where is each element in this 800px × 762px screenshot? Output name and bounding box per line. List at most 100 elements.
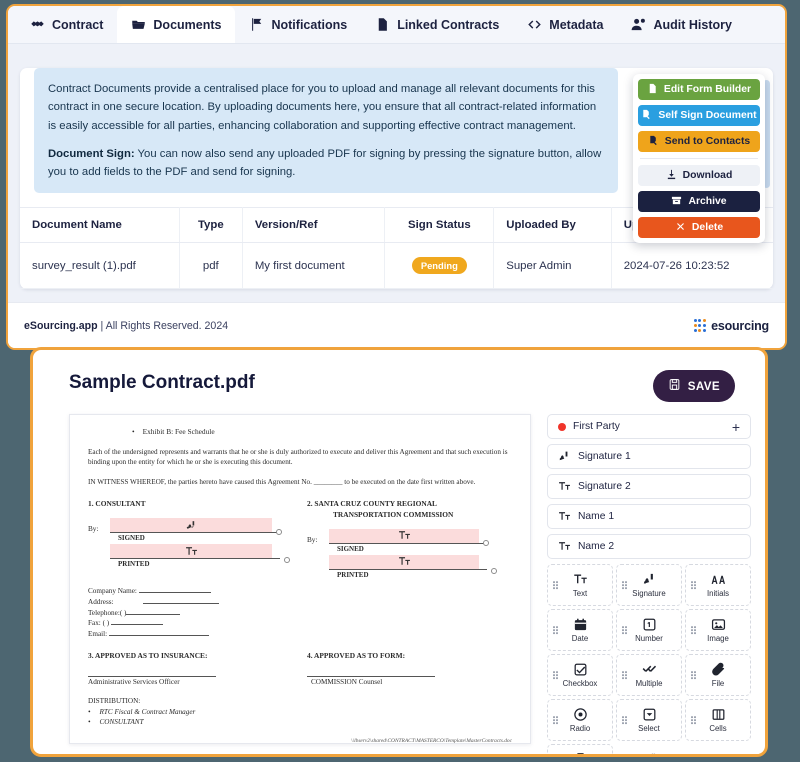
save-label: SAVE [687,379,720,393]
tool-date[interactable]: Date [547,609,613,651]
app-window: Contract Documents Notifications Linked … [6,4,787,350]
drag-handle-icon[interactable] [553,716,558,724]
drag-handle-icon[interactable] [553,581,558,589]
name-field-overlay[interactable] [329,554,479,569]
drag-handle-icon[interactable] [691,626,696,634]
delete-button[interactable]: Delete [638,217,760,238]
tool-select[interactable]: Select [616,699,682,741]
table-row[interactable]: survey_result (1).pdf pdf My first docum… [20,242,773,290]
field-resize-handle[interactable] [491,567,497,574]
approved-insurance-heading: 3. APPROVED AS TO INSURANCE: [88,650,208,660]
tool-stamp[interactable]: Stamp [547,744,613,754]
app-footer: eSourcing.app | All Rights Reserved. 202… [8,302,785,348]
field-tool-palette: Text Signature Initials Date Number Imag… [547,564,751,754]
tool-radio[interactable]: Radio [547,699,613,741]
number-icon [643,618,655,631]
close-icon [675,221,686,235]
tab-audit-history[interactable]: Audit History [617,6,745,43]
approved-form-heading: 4. APPROVED AS TO FORM: [307,650,406,660]
col-document-name: Document Name [20,207,180,244]
name-field-overlay[interactable] [329,528,479,543]
tab-linked-contracts[interactable]: Linked Contracts [361,6,513,43]
signed-row: By: SIGNED [307,528,512,553]
fax-label: Fax: ( ) [88,619,110,628]
drag-handle-icon[interactable] [691,716,696,724]
drag-handle-icon[interactable] [622,671,627,679]
tool-cells[interactable]: Cells [685,699,751,741]
tool-initials[interactable]: Initials [685,564,751,606]
initials-icon [711,575,725,584]
paperclip-icon [711,662,724,676]
field-resize-handle[interactable] [483,539,489,546]
signature-icon [558,450,571,463]
col-sign-status: Sign Status [384,207,495,244]
drag-handle-icon[interactable] [622,626,627,634]
tab-label: Documents [153,17,222,32]
tab-documents[interactable]: Documents [117,6,236,43]
send-sign-icon [648,135,659,149]
tool-image[interactable]: Image [685,609,751,651]
phone-icon [651,753,655,754]
tool-signature[interactable]: Signature [616,564,682,606]
drag-handle-icon[interactable] [622,716,627,724]
tool-label: Signature [632,589,666,598]
pdf-address-line: Address: [88,597,512,608]
pdf-email-line: Email: [88,629,512,640]
drag-handle-icon[interactable] [553,671,558,679]
party-row-first-party[interactable]: First Party + [547,414,751,439]
address-label: Address: [88,597,114,606]
field-resize-handle[interactable] [276,529,282,536]
pdf-company-line: Company Name: [88,586,512,597]
email-label: Email: [88,630,108,639]
field-item-name-1[interactable]: Name 1 [547,504,751,529]
signature-field-overlay[interactable] [110,518,272,533]
cells-icon [712,709,724,720]
signed-row: By: SIGNED [88,518,293,542]
tool-multiple[interactable]: Multiple [616,654,682,696]
tool-label: Checkbox [562,679,598,688]
cell-version-ref: My first document [242,242,386,290]
field-label: Name 2 [578,541,615,552]
tab-metadata[interactable]: Metadata [513,6,617,43]
tool-file[interactable]: File [685,654,751,696]
tab-contract[interactable]: Contract [16,6,117,43]
name-field-overlay[interactable] [110,544,272,559]
tool-label: Date [571,634,589,643]
user-check-icon [631,17,646,32]
send-to-contacts-button[interactable]: Send to Contacts [638,131,760,152]
edit-form-builder-button[interactable]: Edit Form Builder [638,79,760,100]
signature-block-1: By: SIGNED PRINTED [88,518,293,568]
tab-label: Audit History [653,17,732,32]
tab-notifications[interactable]: Notifications [235,6,361,43]
tool-text[interactable]: Text [547,564,613,606]
field-item-signature-1[interactable]: Signature 1 [547,444,751,469]
by-label: By: [88,525,99,534]
field-label: Signature 2 [578,481,631,492]
cell-uploaded-by: Super Admin [493,242,612,290]
tool-label: File [711,679,725,688]
text-icon [558,480,571,493]
image-icon [711,619,725,630]
tool-checkbox[interactable]: Checkbox [547,654,613,696]
button-label: Delete [691,222,724,233]
pdf-approval-insurance: 3. APPROVED AS TO INSURANCE: Administrat… [88,651,293,687]
save-button[interactable]: SAVE [652,370,735,402]
plus-icon[interactable]: + [732,420,740,434]
pdf-signing-modal: Sample Contract.pdf SAVE Exhibit B: Fee … [30,347,768,757]
pdf-paragraph-2: IN WITNESS WHEREOF, the parties hereto h… [88,477,476,486]
drag-handle-icon[interactable] [553,626,558,634]
tool-number[interactable]: Number [616,609,682,651]
pdf-approval-form: 4. APPROVED AS TO FORM: COMMISSION Couns… [307,651,512,687]
drag-handle-icon[interactable] [691,581,696,589]
pdf-preview[interactable]: Exhibit B: Fee Schedule Each of the unde… [69,414,531,744]
field-item-name-2[interactable]: Name 2 [547,534,751,559]
documents-card: Contract Documents provide a centralised… [20,68,773,290]
drag-handle-icon[interactable] [691,671,696,679]
menu-divider [640,158,758,159]
drag-handle-icon[interactable] [622,581,627,589]
download-button[interactable]: Download [638,165,760,186]
field-resize-handle[interactable] [284,557,290,564]
field-item-signature-2[interactable]: Signature 2 [547,474,751,499]
self-sign-document-button[interactable]: Self Sign Document [638,105,760,126]
archive-button[interactable]: Archive [638,191,760,212]
